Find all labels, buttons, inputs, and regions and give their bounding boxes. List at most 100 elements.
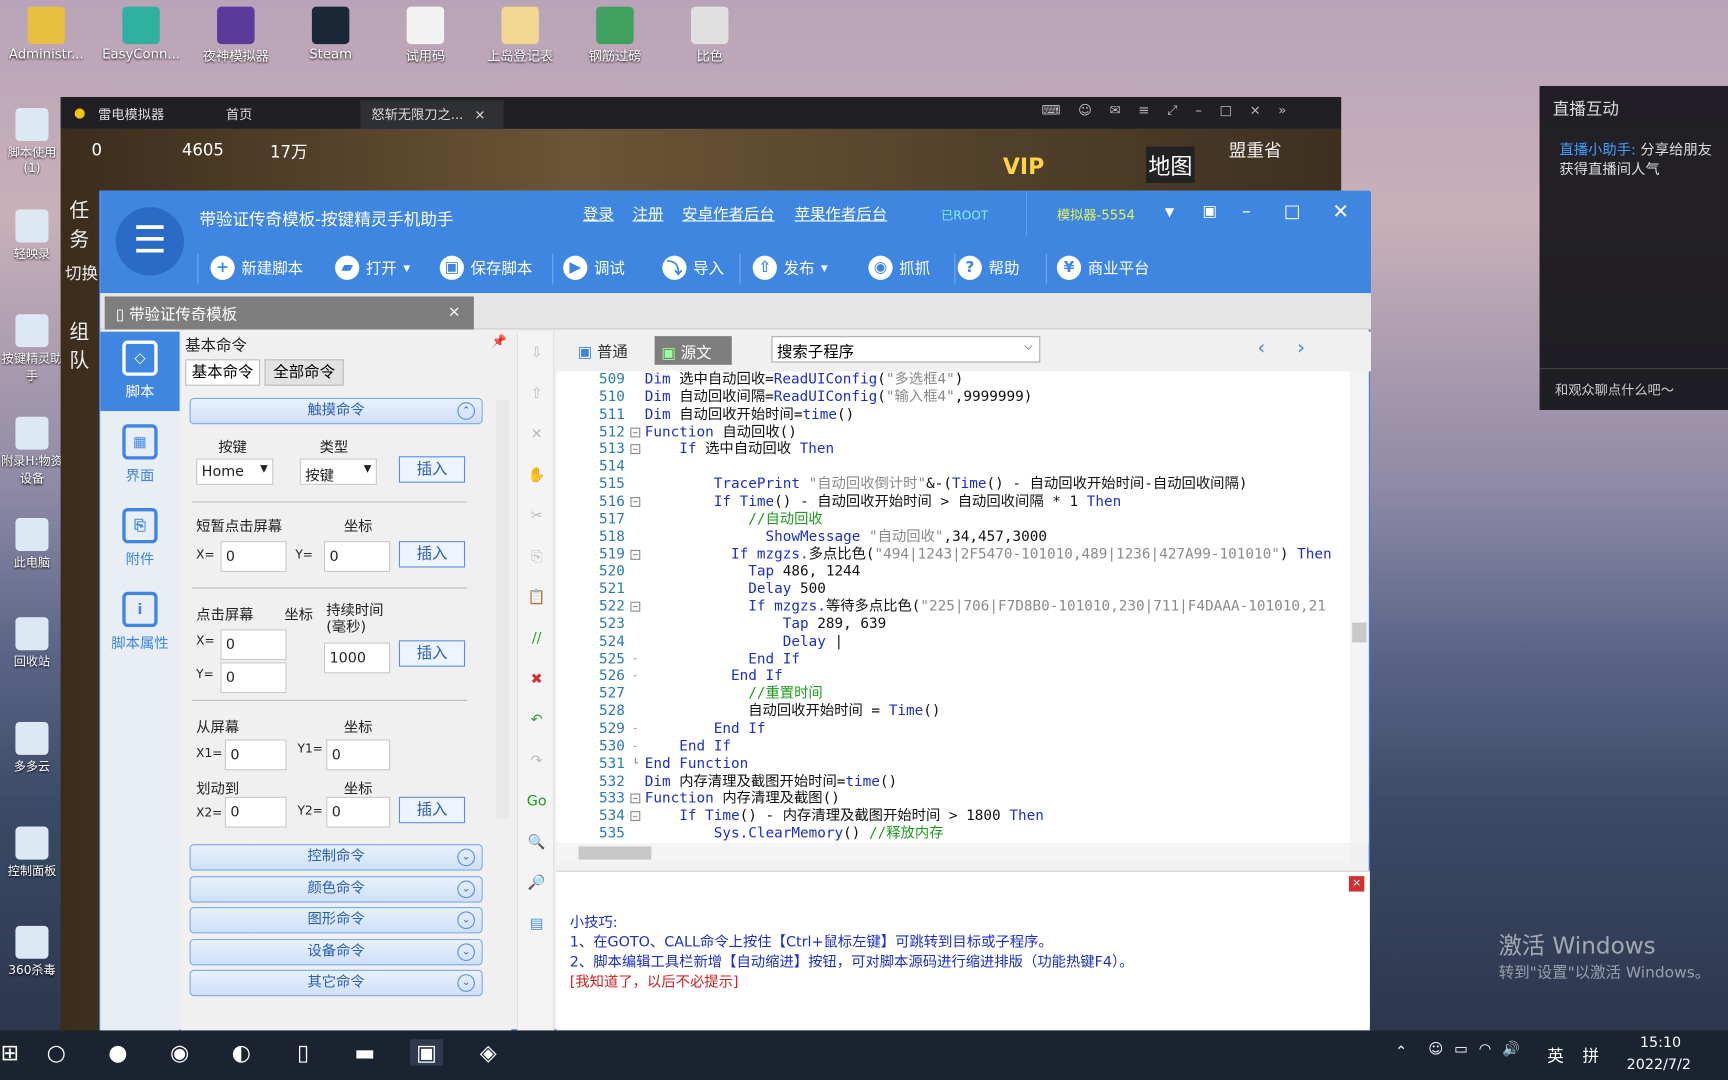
- toolbar-money-bag-button[interactable]: ¥ 商业平台: [1056, 253, 1149, 282]
- clock-date[interactable]: 2022/7/2: [1627, 1057, 1691, 1074]
- code-line[interactable]: 515 TracePrint "自动回收倒计时"&-(Time() - 自动回收…: [557, 476, 1350, 494]
- desktop-icon[interactable]: EasyConn...: [97, 6, 185, 62]
- tray-chevron-icon[interactable]: ⌃: [1395, 1044, 1407, 1061]
- code-line[interactable]: 516− If Time() - 自动回收开始时间 > 自动回收间隔 * 1 T…: [557, 494, 1350, 512]
- editor-tool-icon[interactable]: 🔎: [527, 875, 547, 895]
- x2-input[interactable]: 0: [224, 796, 287, 828]
- file-explorer-icon[interactable]: ▬: [348, 1039, 381, 1065]
- code-line[interactable]: 509 Dim 选中自动回收=ReadUIConfig("多选框4"): [557, 371, 1350, 389]
- apple-author-link[interactable]: 苹果作者后台: [795, 203, 888, 225]
- code-line[interactable]: 520 Tap 486, 1244: [557, 564, 1350, 582]
- map-button[interactable]: 地图: [1146, 146, 1195, 183]
- toolbar-camera-button[interactable]: ◉ 抓抓: [868, 253, 930, 282]
- desktop-icon[interactable]: 比色: [666, 6, 754, 65]
- editor-tool-icon[interactable]: ✂: [527, 508, 547, 528]
- code-line[interactable]: 532 Dim 内存清理及截图开始时间=time(): [557, 773, 1350, 791]
- section-0[interactable]: 控制命令 ⌄: [189, 844, 483, 871]
- code-line[interactable]: 525- End If: [557, 651, 1350, 669]
- emulator-window-controls[interactable]: ⌨☺✉≡⤢–□×»: [1041, 102, 1304, 119]
- close-tab-icon[interactable]: ×: [474, 107, 485, 122]
- tab-basic-commands[interactable]: 基本命令: [185, 359, 261, 386]
- device-selector[interactable]: 模拟器-5554: [1057, 205, 1135, 224]
- editor-tool-icon[interactable]: ⇩: [527, 345, 547, 365]
- tab-source[interactable]: ▣ 源文件: [654, 336, 732, 385]
- clock-time[interactable]: 15:10: [1640, 1035, 1681, 1052]
- section-touch[interactable]: 触摸命令 ⌃: [189, 397, 483, 425]
- editor-tool-icon[interactable]: ✖: [527, 671, 547, 691]
- code-line[interactable]: 513− If 选中自动回收 Then: [557, 441, 1350, 459]
- close-icon[interactable]: ✕: [1332, 201, 1349, 224]
- code-line[interactable]: 514: [557, 459, 1350, 477]
- section-4[interactable]: 其它命令 ⌄: [189, 969, 483, 997]
- toolbar-save-button[interactable]: ▣ 保存脚本: [439, 253, 532, 282]
- y1-input[interactable]: 0: [326, 739, 391, 771]
- desktop-icon[interactable]: 钢筋过磅: [571, 6, 659, 65]
- toolbar-publish-button[interactable]: ⇧ 发布 ▼: [752, 253, 828, 282]
- start-button[interactable]: ⊞: [0, 1039, 26, 1065]
- fold-collapse-icon[interactable]: −: [630, 496, 641, 507]
- nav-back-icon[interactable]: ‹: [1257, 336, 1265, 359]
- tab-home[interactable]: 首页: [226, 105, 252, 124]
- code-line[interactable]: 512− Function 自动回收(): [557, 424, 1350, 442]
- x1-input[interactable]: 0: [224, 739, 287, 771]
- task-button[interactable]: 任务: [69, 195, 93, 252]
- emulator-icon[interactable]: ◐: [225, 1039, 258, 1065]
- desktop-icon[interactable]: Steam: [287, 6, 375, 62]
- desktop-icon[interactable]: 上岛登记表: [476, 6, 564, 65]
- desktop-icon[interactable]: 控制面板: [0, 826, 64, 915]
- vip-badge[interactable]: VIP: [1003, 153, 1044, 179]
- editor-tool-icon[interactable]: ⇧: [527, 386, 547, 406]
- team-button[interactable]: 组队: [69, 316, 93, 373]
- desktop-icon[interactable]: 360杀毒: [0, 925, 64, 1014]
- desktop-icon[interactable]: Administr...: [2, 6, 90, 62]
- doc-tab[interactable]: ▯ 带验证传奇模板 ×: [104, 296, 474, 330]
- editor-tool-icon[interactable]: ⎘: [527, 549, 547, 569]
- code-line[interactable]: 524 Delay |: [557, 633, 1350, 651]
- dismiss-tips-link[interactable]: [我知道了，以后不必提示]: [570, 973, 1134, 993]
- desktop-icon[interactable]: 脚本使用(1): [0, 107, 64, 196]
- toolbar-help-button[interactable]: ? 帮助: [957, 253, 1019, 282]
- editor-tool-icon[interactable]: ↷: [527, 753, 547, 773]
- desktop-icon[interactable]: 按键精灵助手: [0, 314, 64, 402]
- code-line[interactable]: 522− If mzgzs.等待多点比色("225|706|F7D8B0-101…: [557, 598, 1350, 616]
- code-line[interactable]: 517 //自动回收: [557, 511, 1350, 529]
- desktop-icon[interactable]: 此电脑: [0, 517, 64, 606]
- editor-tool-icon[interactable]: 📋: [527, 590, 547, 610]
- fold-collapse-icon[interactable]: −: [630, 793, 641, 804]
- minimize-icon[interactable]: –: [1242, 201, 1251, 222]
- editor-tool-icon[interactable]: ↶: [527, 712, 547, 732]
- toolbar-plus-button[interactable]: + 新建脚本: [210, 253, 303, 282]
- code-line[interactable]: 511 Dim 自动回收开始时间=time(): [557, 406, 1350, 424]
- login-link[interactable]: 登录: [583, 203, 614, 225]
- code-line[interactable]: 533− Function 内存清理及截图(): [557, 791, 1350, 809]
- register-link[interactable]: 注册: [633, 203, 664, 225]
- live-app-icon[interactable]: ◈: [472, 1039, 505, 1065]
- sidebar-item-info[interactable]: i 脚本属性: [100, 583, 179, 662]
- section-1[interactable]: 颜色命令 ⌄: [189, 875, 483, 903]
- code-line[interactable]: 510 Dim 自动回收间隔=ReadUIConfig("输入框4",999999…: [557, 389, 1350, 407]
- nav-forward-icon[interactable]: ›: [1297, 336, 1305, 359]
- tab-game[interactable]: 怒斩无限刀之... ×: [360, 100, 504, 129]
- wechat-icon[interactable]: ●: [101, 1039, 134, 1065]
- ime-language[interactable]: 英: [1547, 1044, 1564, 1067]
- section-2[interactable]: 图形命令 ⌄: [189, 906, 483, 934]
- insert-tap-button[interactable]: 插入: [398, 541, 466, 568]
- pin-icon[interactable]: 📌: [492, 334, 507, 348]
- sidebar-item-script[interactable]: ◇ 脚本: [100, 331, 180, 412]
- insert-swipe-button[interactable]: 插入: [398, 796, 466, 824]
- sidebar-item-attachment[interactable]: ⎘ 附件: [100, 499, 179, 578]
- main-menu-icon[interactable]: ☰: [115, 207, 185, 276]
- toolbar-import-button[interactable]: ⤵ 导入: [662, 253, 724, 282]
- code-line[interactable]: 523 Tap 289, 639: [557, 616, 1350, 634]
- tap-y-input[interactable]: 0: [323, 541, 391, 572]
- toolbar-play-button[interactable]: ▶ 调试: [563, 253, 625, 282]
- code-line[interactable]: 518 ShowMessage "自动回收",34,457,3000: [557, 529, 1350, 547]
- desktop-icon[interactable]: 多多云: [0, 721, 64, 810]
- desktop-icon[interactable]: 回收站: [0, 617, 64, 705]
- browser-icon[interactable]: ◉: [163, 1039, 196, 1065]
- anjian-icon[interactable]: ▣: [409, 1039, 444, 1066]
- tab-all-commands[interactable]: 全部命令: [264, 359, 344, 386]
- desktop-icon[interactable]: 轻映录: [0, 209, 64, 297]
- insert-press-button[interactable]: 插入: [398, 640, 466, 667]
- editor-tool-icon[interactable]: //: [527, 630, 547, 650]
